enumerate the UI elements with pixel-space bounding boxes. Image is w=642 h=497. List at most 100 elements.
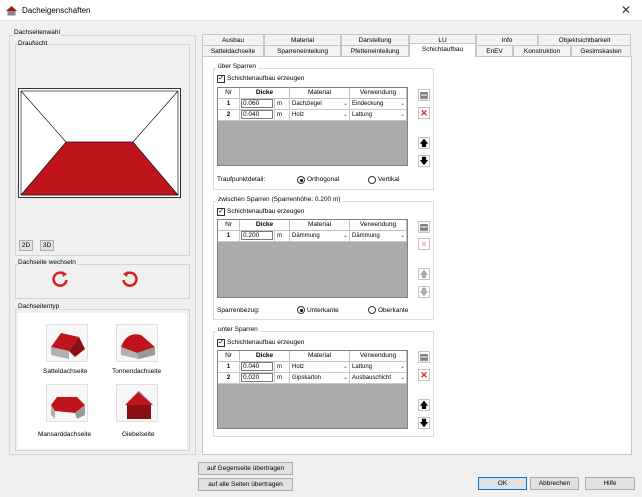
col-dicke: Dicke [240,88,290,99]
dicke-field[interactable]: 0.040 [240,362,275,373]
dicke-input[interactable]: 0.200 [241,231,273,240]
oberkante-radio[interactable] [368,306,376,314]
chevron-down-icon: ⌄ [342,101,348,107]
roof-type-label: Giebelseite [122,431,155,438]
dachseitenwahl-label: Dachseitenwahl [13,29,61,36]
verwendung-value: Eindeckung [352,101,384,107]
move-up-icon[interactable]: 🡅 [418,268,430,280]
vertikal-radio[interactable] [368,176,376,184]
chevron-down-icon: ⌄ [399,375,405,381]
view-3d-button[interactable]: 3D [40,240,54,251]
col-verwendung: Verwendung [350,351,407,362]
dicke-field[interactable]: 0.060 [240,99,275,110]
chevron-down-icon: ⌄ [342,375,348,381]
unterkante-radio[interactable] [297,306,305,314]
chevron-down-icon: ⌄ [399,364,405,370]
move-down-icon[interactable]: 🡇 [418,417,430,429]
chevron-down-icon: ⌄ [342,364,348,370]
row-nr: 1 [218,99,240,110]
rotate-left-icon[interactable] [51,270,69,288]
roof-preview [18,88,181,198]
col-dicke: Dicke [240,351,290,362]
chevron-down-icon: ⌄ [342,112,348,118]
sparrenbezug-label: Sparrenbezug: [217,307,260,314]
tab-schichtaufbau[interactable]: Schichtaufbau [409,43,476,57]
unit-cell: m [275,362,290,373]
verwendung-value: Ausbauschicht [352,375,392,381]
move-up-icon[interactable]: 🡅 [418,399,430,411]
add-layer-icon[interactable]: ▤ [418,89,430,101]
col-nr: Nr [218,88,240,99]
material-select[interactable]: Holz ⌄ [290,110,350,121]
view-2d-button[interactable]: 2D [19,240,33,251]
verwendung-select[interactable]: Eindeckung ⌄ [350,99,407,110]
roof-type-mansarddach[interactable] [46,384,88,422]
ueber-sparren-title: über Sparren [216,63,258,70]
material-select[interactable]: Dachziegel ⌄ [290,99,350,110]
rotate-right-icon[interactable] [121,270,139,288]
material-value: Dachziegel [292,101,322,107]
row-nr: 2 [218,373,240,384]
ueber-grid: Nr Dicke Material Verwendung 1 0.060 m D… [217,87,408,166]
roof-type-giebelseite[interactable] [116,384,158,422]
add-layer-icon[interactable]: ▤ [418,351,430,363]
move-down-icon[interactable]: 🡇 [418,286,430,298]
dicke-input[interactable]: 0.040 [241,110,273,119]
zwischen-checkbox-label: Schichtenaufbau erzeugen [227,208,305,215]
row-nr: 1 [218,231,240,242]
dicke-field[interactable]: 0.020 [240,373,275,384]
delete-layer-icon[interactable]: ✕ [418,369,430,381]
roof-type-satteldach[interactable] [46,324,88,362]
dicke-input[interactable]: 0.020 [241,373,273,382]
unter-checkbox[interactable]: ✓ [217,339,225,347]
roof-type-label: Tonnendachseite [112,368,162,375]
col-material: Material [290,351,350,362]
oberkante-label: Oberkante [378,307,409,314]
cancel-button[interactable]: Abbrechen [530,477,579,490]
delete-layer-icon[interactable]: ✕ [418,238,430,250]
roof-type-list [18,313,187,449]
roof-type-label: Satteldachseite [43,368,88,375]
material-select[interactable]: Holz ⌄ [290,362,350,373]
unit-cell: m [275,373,290,384]
orthogonal-label: Orthogonal [307,176,340,183]
help-button[interactable]: Hilfe [585,477,635,490]
material-select[interactable]: Dämmung ⌄ [290,231,350,242]
chevron-down-icon: ⌄ [342,233,348,239]
dachseite-wechseln-label: Dachseite wechseln [18,259,76,266]
dicke-field[interactable]: 0.200 [240,231,275,242]
delete-layer-icon[interactable]: ✕ [418,107,430,119]
material-value: Holz [292,364,305,370]
dicke-input[interactable]: 0.060 [241,99,273,108]
roof-type-tonnendach[interactable] [116,324,158,362]
verwendung-select[interactable]: Dämmung ⌄ [350,231,407,242]
col-nr: Nr [218,351,240,362]
ueber-checkbox[interactable]: ✓ [217,75,225,83]
verwendung-select[interactable]: Lattung ⌄ [350,110,407,121]
row-nr: 2 [218,110,240,121]
move-up-icon[interactable]: 🡅 [418,137,430,149]
chevron-down-icon: ⌄ [399,233,405,239]
close-button[interactable]: ✕ [612,2,640,19]
add-layer-icon[interactable]: ▤ [418,221,430,233]
dicke-field[interactable]: 0.040 [240,110,275,121]
dicke-input[interactable]: 0.040 [241,362,273,371]
zwischen-grid: Nr Dicke Material Verwendung 1 0.200 m D… [217,219,408,298]
dachseite-wechseln-panel [15,264,190,299]
draufsicht-label: Draufsicht [18,40,48,47]
material-select[interactable]: Gipskarton ⌄ [290,373,350,384]
zwischen-sparren-title: zwischen Sparren (Sparrenhöhe: 0.200 m) [216,196,343,203]
verwendung-select[interactable]: Lattung ⌄ [350,362,407,373]
verwendung-value: Lattung [352,364,373,370]
transfer-all-button[interactable]: auf alle Seiten übertragen [198,478,293,491]
unter-checkbox-label: Schichtenaufbau erzeugen [227,339,305,346]
transfer-opposite-button[interactable]: auf Gegenseite übertragen [198,462,293,475]
orthogonal-radio[interactable] [297,176,305,184]
zwischen-checkbox[interactable]: ✓ [217,208,225,216]
ok-button[interactable]: OK [478,477,527,490]
move-down-icon[interactable]: 🡇 [418,155,430,167]
unterkante-label: Unterkante [307,307,339,314]
col-material: Material [290,220,350,231]
verwendung-select[interactable]: Ausbauschicht ⌄ [350,373,407,384]
col-material: Material [290,88,350,99]
